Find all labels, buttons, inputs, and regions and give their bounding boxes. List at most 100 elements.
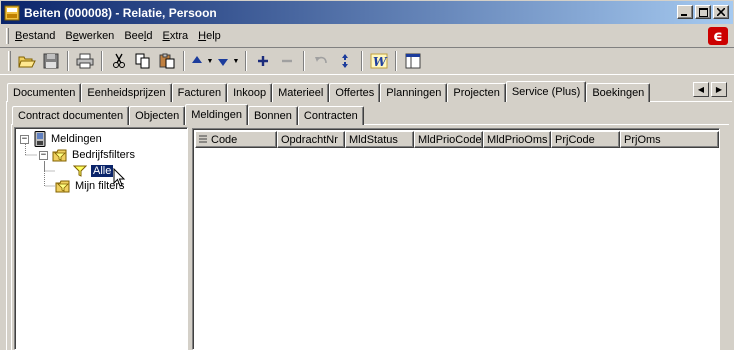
- open-folder-icon[interactable]: [15, 50, 39, 72]
- menu-bar: Bestand Bewerken Beeld Extra Help ϵ: [0, 25, 734, 47]
- column-header-mldpriocode[interactable]: MldPrioCode: [414, 131, 483, 148]
- filter-folder-icon: [52, 149, 67, 162]
- tab-label: Meldingen: [191, 109, 242, 121]
- menu-help-label: Help: [198, 30, 221, 42]
- tab-objecten[interactable]: Objecten: [129, 106, 186, 125]
- collapse-icon[interactable]: −: [39, 150, 48, 160]
- tab-label: Inkoop: [233, 87, 267, 99]
- svg-text:W: W: [373, 55, 388, 69]
- column-label: PrjOms: [624, 133, 661, 146]
- tab-label: Contract documenten: [18, 110, 124, 122]
- tab-label: Documenten: [13, 87, 76, 99]
- tab-label: Facturen: [177, 87, 222, 99]
- tab-documenten[interactable]: Documenten: [7, 83, 82, 102]
- tab-label: Service (Plus): [511, 86, 581, 98]
- brand-logo: ϵ: [708, 27, 728, 45]
- tree-node-meldingen[interactable]: − Meldingen: [20, 131, 102, 147]
- window-icon[interactable]: [401, 50, 425, 72]
- tab-label: Planningen: [386, 87, 442, 99]
- tab-label: Materieel: [278, 87, 324, 99]
- menu-bewerken-label: Bewerken: [65, 30, 115, 42]
- minimize-icon[interactable]: [677, 5, 693, 19]
- outer-tab-strip: Documenten Eenheidsprijzen Facturen Inko…: [7, 81, 651, 102]
- tab-label: Offertes: [335, 87, 375, 99]
- word-icon[interactable]: W: [367, 50, 391, 72]
- arrow-up-dropdown-icon[interactable]: ▼: [205, 50, 215, 72]
- tab-projecten[interactable]: Projecten: [447, 83, 506, 102]
- title-bar: Beiten (000008) - Relatie, Persoon: [0, 0, 734, 25]
- minus-icon[interactable]: [275, 50, 299, 72]
- tab-contract-documenten[interactable]: Contract documenten: [12, 106, 130, 125]
- tab-service-plus[interactable]: Service (Plus): [505, 81, 587, 102]
- collapse-icon[interactable]: −: [20, 134, 29, 144]
- column-header-prjoms[interactable]: PrjOms: [620, 131, 719, 148]
- tab-label: Bonnen: [253, 110, 292, 122]
- tab-meldingen[interactable]: Meldingen: [185, 104, 248, 125]
- tab-inkoop[interactable]: Inkoop: [227, 83, 273, 102]
- tab-planningen[interactable]: Planningen: [380, 83, 448, 102]
- column-header-code[interactable]: Code: [195, 131, 277, 148]
- tab-scroll-left-icon[interactable]: ◀: [693, 82, 709, 97]
- tab-offertes[interactable]: Offertes: [329, 83, 381, 102]
- toolbar-grip: [8, 51, 11, 71]
- tab-scroll-right-icon[interactable]: ▶: [711, 82, 727, 97]
- menu-bewerken[interactable]: Bewerken: [65, 28, 120, 44]
- cut-icon[interactable]: [107, 50, 131, 72]
- copy-icon[interactable]: [131, 50, 155, 72]
- toolbar-separator: [361, 51, 363, 71]
- menu-bestand-label: Bestand: [15, 30, 56, 42]
- meldingen-list[interactable]: Code OpdrachtNr MldStatus MldPrioCode Ml…: [192, 128, 720, 350]
- inner-tab-strip: Contract documenten Objecten Meldingen B…: [12, 104, 364, 125]
- tab-eenheidsprijzen[interactable]: Eenheidsprijzen: [81, 83, 172, 102]
- toolbar-separator: [101, 51, 103, 71]
- menu-beeld[interactable]: Beeld: [124, 28, 158, 44]
- tree-node-bedrijfsfilters[interactable]: − Bedrijfsfilters: [39, 147, 135, 163]
- toolbar-separator: [303, 51, 305, 71]
- tree-node-alle[interactable]: Alle: [73, 163, 115, 179]
- filter-icon: [73, 165, 87, 177]
- plus-icon[interactable]: [251, 50, 275, 72]
- toolbar-separator: [245, 51, 247, 71]
- tab-bonnen[interactable]: Bonnen: [247, 106, 298, 125]
- app-icon: [4, 5, 20, 20]
- tab-boekingen[interactable]: Boekingen: [586, 83, 651, 102]
- filter-tree[interactable]: − Meldingen − Bedrijfsfilters Alle Mijn …: [14, 127, 188, 350]
- arrow-down-icon[interactable]: [215, 50, 231, 72]
- filter-folder-icon: [55, 180, 70, 193]
- toolbar-separator: [67, 51, 69, 71]
- column-header-mldstatus[interactable]: MldStatus: [345, 131, 414, 148]
- arrow-up-icon[interactable]: [189, 50, 205, 72]
- column-label: Code: [211, 133, 238, 146]
- maximize-icon[interactable]: [695, 5, 711, 19]
- menu-help[interactable]: Help: [198, 28, 227, 44]
- column-label: MldStatus: [349, 133, 398, 146]
- column-header-mldprio-oms[interactable]: MldPrioOms: [483, 131, 551, 148]
- menu-extra-label: Extra: [162, 30, 189, 42]
- tab-contracten[interactable]: Contracten: [297, 106, 364, 125]
- tree-label-meldingen: Meldingen: [51, 133, 102, 145]
- list-header: Code OpdrachtNr MldStatus MldPrioCode Ml…: [195, 131, 719, 148]
- column-header-prjcode[interactable]: PrjCode: [551, 131, 620, 148]
- tab-materieel[interactable]: Materieel: [272, 83, 330, 102]
- column-chooser-icon[interactable]: [199, 135, 207, 145]
- tab-label: Eenheidsprijzen: [87, 87, 166, 99]
- tab-label: Boekingen: [592, 87, 645, 99]
- refresh-icon[interactable]: [333, 50, 357, 72]
- tab-label: Projecten: [453, 87, 500, 99]
- paste-icon[interactable]: [155, 50, 179, 72]
- save-icon[interactable]: [39, 50, 63, 72]
- column-label: PrjCode: [555, 133, 595, 146]
- column-label: MldPrioCode: [418, 133, 482, 146]
- menu-bestand[interactable]: Bestand: [15, 28, 61, 44]
- arrow-down-dropdown-icon[interactable]: ▼: [231, 50, 241, 72]
- handheld-device-icon: [34, 131, 46, 147]
- tab-facturen[interactable]: Facturen: [171, 83, 228, 102]
- undo-icon[interactable]: [309, 50, 333, 72]
- menu-extra[interactable]: Extra: [162, 28, 194, 44]
- close-icon[interactable]: [713, 5, 729, 19]
- column-header-opdrachtnr[interactable]: OpdrachtNr: [277, 131, 345, 148]
- column-label: MldPrioOms: [487, 133, 548, 146]
- print-icon[interactable]: [73, 50, 97, 72]
- mouse-cursor-icon: [113, 168, 126, 187]
- tab-label: Contracten: [303, 110, 358, 122]
